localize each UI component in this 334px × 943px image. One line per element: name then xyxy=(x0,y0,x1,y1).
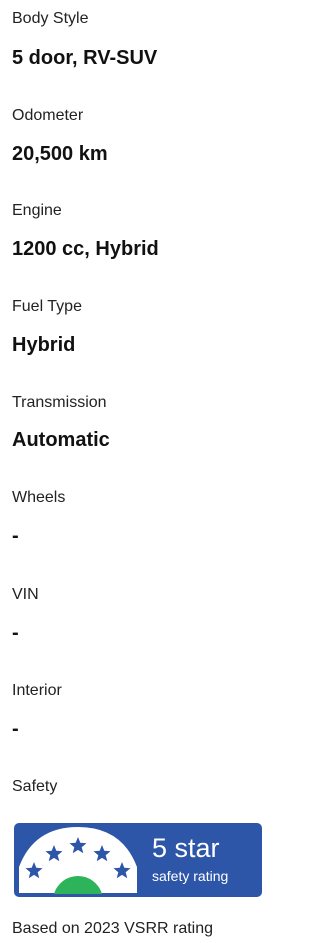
badge-title: 5 star xyxy=(152,833,220,863)
spec-label: Fuel Type xyxy=(12,298,82,315)
spec-value: - xyxy=(12,622,19,644)
spec-label: Transmission xyxy=(12,394,107,411)
spec-value: 1200 cc, Hybrid xyxy=(12,238,159,260)
spec-value: - xyxy=(12,718,19,740)
spec-value: Hybrid xyxy=(12,334,76,356)
safety-rating-badge: 5 star safety rating xyxy=(14,823,262,897)
spec-label: Body Style xyxy=(12,10,89,27)
badge-subtitle: safety rating xyxy=(152,868,228,884)
spec-value: 5 door, RV-SUV xyxy=(12,47,158,69)
spec-label: Engine xyxy=(12,202,62,219)
spec-value: - xyxy=(12,525,19,547)
spec-label: VIN xyxy=(12,586,39,603)
safety-rating-note: Based on 2023 VSRR rating xyxy=(12,920,214,937)
spec-label: Odometer xyxy=(12,107,84,124)
spec-label: Safety xyxy=(12,778,58,795)
spec-label: Wheels xyxy=(12,489,66,506)
spec-value: 20,500 km xyxy=(12,143,108,165)
spec-label: Interior xyxy=(12,682,62,699)
spec-value: Automatic xyxy=(12,429,110,451)
